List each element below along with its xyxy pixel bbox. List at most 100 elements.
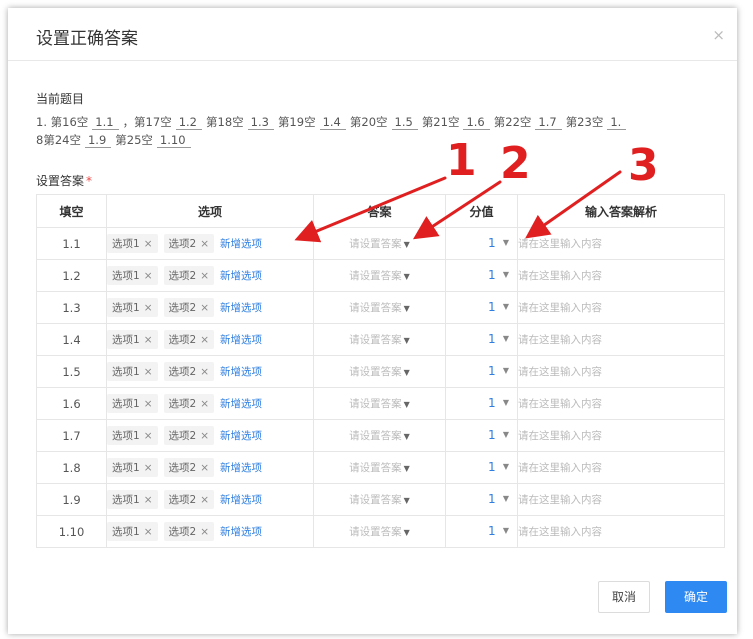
- explanation-input[interactable]: 请在这里输入内容: [517, 291, 725, 324]
- explanation-input[interactable]: 请在这里输入内容: [517, 483, 725, 516]
- answer-select[interactable]: 请设置答案 ▼: [313, 483, 446, 516]
- option-tag[interactable]: 选项1 ×: [107, 234, 158, 253]
- remove-option-icon[interactable]: ×: [200, 526, 209, 538]
- remove-option-icon[interactable]: ×: [200, 430, 209, 442]
- cancel-button[interactable]: 取消: [598, 581, 650, 613]
- option-tag-label: 选项1: [112, 302, 140, 314]
- remove-option-icon[interactable]: ×: [144, 366, 153, 378]
- remove-option-icon[interactable]: ×: [144, 238, 153, 250]
- option-tag-label: 选项1: [112, 334, 140, 346]
- score-select[interactable]: 1 ▼: [445, 419, 518, 452]
- question-text-line-2: 8第24空 1.9 第25空 1.10: [36, 132, 195, 148]
- option-tag-label: 选项2: [168, 526, 197, 538]
- options-cell: 选项1 × 选项2 × 新增选项: [106, 483, 314, 516]
- remove-option-icon[interactable]: ×: [144, 462, 153, 474]
- answer-select[interactable]: 请设置答案 ▼: [313, 515, 446, 548]
- add-option-link[interactable]: 新增选项: [220, 334, 262, 346]
- option-tag[interactable]: 选项1 ×: [107, 490, 158, 509]
- answer-select[interactable]: 请设置答案 ▼: [313, 419, 446, 452]
- remove-option-icon[interactable]: ×: [144, 302, 153, 314]
- option-tag[interactable]: 选项2 ×: [163, 426, 214, 445]
- remove-option-icon[interactable]: ×: [144, 494, 153, 506]
- explanation-input[interactable]: 请在这里输入内容: [517, 451, 725, 484]
- question-blank-fill: 1.2: [175, 115, 202, 130]
- remove-option-icon[interactable]: ×: [144, 398, 153, 410]
- option-tag[interactable]: 选项2 ×: [163, 234, 214, 253]
- option-tag[interactable]: 选项1 ×: [107, 330, 158, 349]
- option-tag[interactable]: 选项1 ×: [107, 362, 158, 381]
- option-tag[interactable]: 选项1 ×: [107, 522, 158, 541]
- close-icon[interactable]: ×: [712, 26, 725, 44]
- score-select[interactable]: 1 ▼: [445, 451, 518, 484]
- explanation-input[interactable]: 请在这里输入内容: [517, 515, 725, 548]
- caret-down-icon: ▼: [403, 496, 410, 505]
- remove-option-icon[interactable]: ×: [144, 430, 153, 442]
- remove-option-icon[interactable]: ×: [200, 462, 209, 474]
- remove-option-icon[interactable]: ×: [200, 238, 209, 250]
- add-option-link[interactable]: 新增选项: [220, 494, 262, 506]
- add-option-link[interactable]: 新增选项: [220, 366, 262, 378]
- blank-number-cell: 1.2: [36, 259, 107, 292]
- explanation-input[interactable]: 请在这里输入内容: [517, 323, 725, 356]
- option-tag[interactable]: 选项1 ×: [107, 394, 158, 413]
- options-cell: 选项1 × 选项2 × 新增选项: [106, 323, 314, 356]
- option-tag[interactable]: 选项2 ×: [163, 362, 214, 381]
- add-option-link[interactable]: 新增选项: [220, 526, 262, 538]
- remove-option-icon[interactable]: ×: [200, 270, 209, 282]
- option-tag[interactable]: 选项2 ×: [163, 330, 214, 349]
- answer-select[interactable]: 请设置答案 ▼: [313, 227, 446, 260]
- score-select[interactable]: 1 ▼: [445, 227, 518, 260]
- remove-option-icon[interactable]: ×: [144, 334, 153, 346]
- option-tag[interactable]: 选项2 ×: [163, 522, 214, 541]
- remove-option-icon[interactable]: ×: [200, 398, 209, 410]
- option-tag[interactable]: 选项1 ×: [107, 458, 158, 477]
- question-blank-fill: 1.4: [319, 115, 346, 130]
- caret-down-icon: ▼: [502, 430, 509, 439]
- score-select[interactable]: 1 ▼: [445, 291, 518, 324]
- caret-down-icon: ▼: [502, 366, 509, 375]
- answer-select[interactable]: 请设置答案 ▼: [313, 355, 446, 388]
- answer-select[interactable]: 请设置答案 ▼: [313, 291, 446, 324]
- explanation-input[interactable]: 请在这里输入内容: [517, 259, 725, 292]
- add-option-link[interactable]: 新增选项: [220, 270, 262, 282]
- answer-select[interactable]: 请设置答案 ▼: [313, 259, 446, 292]
- add-option-link[interactable]: 新增选项: [220, 398, 262, 410]
- score-value: 1: [488, 268, 496, 282]
- option-tag[interactable]: 选项1 ×: [107, 266, 158, 285]
- add-option-link[interactable]: 新增选项: [220, 462, 262, 474]
- add-option-link[interactable]: 新增选项: [220, 238, 262, 250]
- score-select[interactable]: 1 ▼: [445, 515, 518, 548]
- answer-placeholder: 请设置答案: [349, 430, 402, 442]
- option-tag[interactable]: 选项2 ×: [163, 394, 214, 413]
- explanation-input[interactable]: 请在这里输入内容: [517, 355, 725, 388]
- remove-option-icon[interactable]: ×: [200, 334, 209, 346]
- answer-select[interactable]: 请设置答案 ▼: [313, 451, 446, 484]
- explanation-input[interactable]: 请在这里输入内容: [517, 227, 725, 260]
- score-select[interactable]: 1 ▼: [445, 387, 518, 420]
- option-tag[interactable]: 选项2 ×: [163, 266, 214, 285]
- question-segment-text: 第23空: [565, 115, 604, 129]
- score-select[interactable]: 1 ▼: [445, 323, 518, 356]
- caret-down-icon: ▼: [502, 270, 509, 279]
- answer-select[interactable]: 请设置答案 ▼: [313, 387, 446, 420]
- option-tag[interactable]: 选项1 ×: [107, 426, 158, 445]
- answer-select[interactable]: 请设置答案 ▼: [313, 323, 446, 356]
- explanation-input[interactable]: 请在这里输入内容: [517, 419, 725, 452]
- add-option-link[interactable]: 新增选项: [220, 430, 262, 442]
- answer-placeholder: 请设置答案: [349, 526, 402, 538]
- add-option-link[interactable]: 新增选项: [220, 302, 262, 314]
- remove-option-icon[interactable]: ×: [144, 270, 153, 282]
- confirm-button[interactable]: 确定: [665, 581, 727, 613]
- score-select[interactable]: 1 ▼: [445, 355, 518, 388]
- remove-option-icon[interactable]: ×: [200, 366, 209, 378]
- remove-option-icon[interactable]: ×: [200, 302, 209, 314]
- option-tag[interactable]: 选项1 ×: [107, 298, 158, 317]
- explanation-input[interactable]: 请在这里输入内容: [517, 387, 725, 420]
- option-tag[interactable]: 选项2 ×: [163, 490, 214, 509]
- remove-option-icon[interactable]: ×: [144, 526, 153, 538]
- option-tag[interactable]: 选项2 ×: [163, 298, 214, 317]
- score-select[interactable]: 1 ▼: [445, 483, 518, 516]
- remove-option-icon[interactable]: ×: [200, 494, 209, 506]
- score-select[interactable]: 1 ▼: [445, 259, 518, 292]
- option-tag[interactable]: 选项2 ×: [163, 458, 214, 477]
